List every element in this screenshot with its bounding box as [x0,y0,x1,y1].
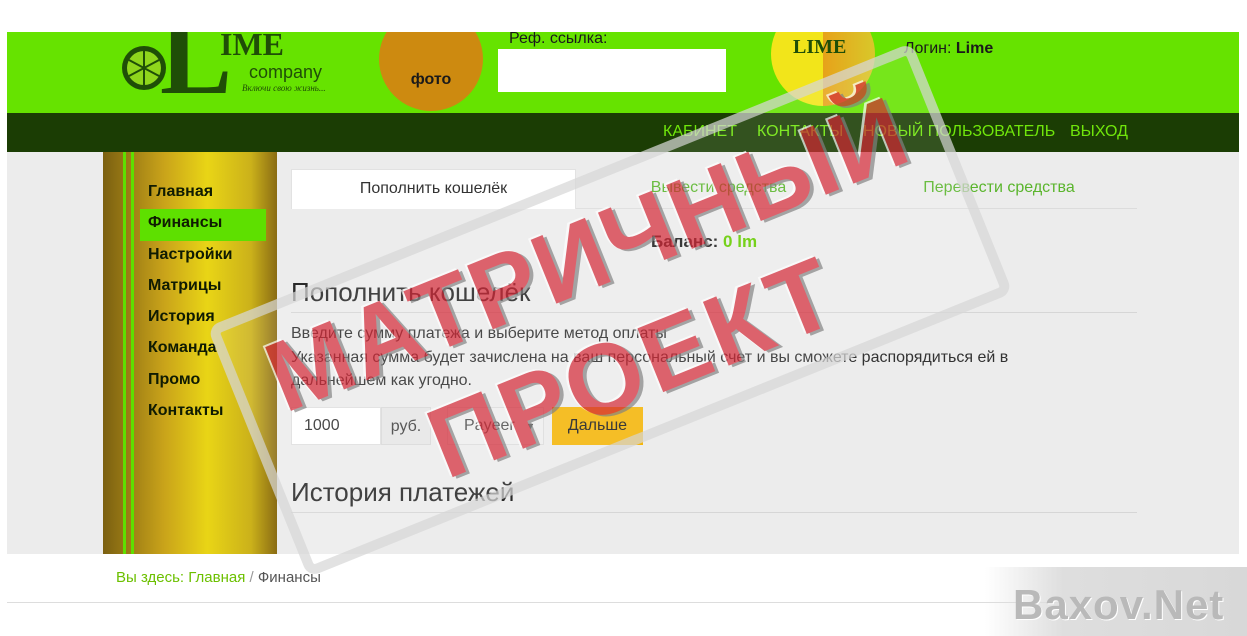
balance: Баланс: 0 lm [651,232,757,252]
site-header: L IME company Включи свою жизнь... фото … [7,32,1239,113]
topup-note: Указанная сумма будет зачислена на ваш п… [291,348,1009,390]
divider [291,512,1137,513]
breadcrumb-current: Финансы [257,569,321,586]
tab-topup[interactable]: Пополнить кошелёк [291,169,576,209]
payment-method-value: Payeer [464,417,515,434]
tab-transfer[interactable]: Перевести средства [861,169,1137,209]
avatar[interactable]: LIME [771,32,875,106]
finance-tabs: Пополнить кошелёк Вывести средства Перев… [291,169,1137,209]
amount-input[interactable] [291,407,381,445]
nav-logout[interactable]: ВЫХОД [1070,123,1128,141]
ref-link-label: Реф. ссылка: [509,32,608,47]
breadcrumb-home[interactable]: Главная [188,569,245,586]
balance-label: Баланс: [651,232,719,251]
sidebar-stripe [123,152,126,554]
nav-new-user[interactable]: НОВЫЙ ПОЛЬЗОВАТЕЛЬ [863,123,1055,141]
photo-upload[interactable]: фото [379,32,483,111]
sidebar-item-promo[interactable]: Промо [140,366,266,397]
currency-addon: руб. [381,407,431,445]
nav-cabinet[interactable]: КАБИНЕТ [663,123,737,141]
sidebar-item-matrices[interactable]: Матрицы [140,272,266,303]
ref-link-field[interactable] [498,49,726,92]
sidebar-item-settings[interactable]: Настройки [140,241,266,272]
balance-value: 0 lm [723,232,758,251]
site-watermark: Baxov.Net [985,567,1247,636]
finance-content: Пополнить кошелёк Вывести средства Перев… [291,152,1137,554]
site-watermark-text: Baxov.Net [1013,581,1225,628]
sidebar-item-finance[interactable]: Финансы [140,209,266,241]
divider [291,312,1137,313]
avatar-logo: LIME [793,36,847,58]
topup-description: Введите сумму платежа и выберите метод о… [291,322,1091,393]
login-info: Логин: Lime [904,40,993,58]
top-navigation: КАБИНЕТ КОНТАКТЫ НОВЫЙ ПОЛЬЗОВАТЕЛЬ ВЫХО… [7,113,1239,152]
sidebar-item-history[interactable]: История [140,303,266,334]
topup-heading: Пополнить кошелёк [291,277,531,307]
logo-company: company [249,62,323,82]
sidebar-item-contacts[interactable]: Контакты [140,397,266,428]
sidebar: Главная Финансы Настройки Матрицы Истори… [103,152,277,554]
logo-slogan: Включи свою жизнь... [242,83,326,93]
sidebar-item-home[interactable]: Главная [140,178,266,209]
login-value: Lime [955,40,994,57]
payment-method-select[interactable]: Payeer ▼ [447,407,544,445]
main-area: Главная Финансы Настройки Матрицы Истори… [7,152,1239,554]
photo-label: фото [410,71,452,88]
caret-down-icon: ▼ [526,421,535,431]
breadcrumb-prefix: Вы здесь: [116,569,185,586]
sidebar-stripe [131,152,134,554]
login-label: Логин: [904,40,952,57]
logo-name: IME [220,32,284,62]
nav-contacts[interactable]: КОНТАКТЫ [757,123,843,141]
breadcrumb: Вы здесь: Главная / Финансы [116,569,321,586]
breadcrumb-separator: / [249,569,254,586]
lime-company-logo[interactable]: L IME company Включи свою жизнь... [122,32,352,113]
next-button[interactable]: Дальше [552,407,643,445]
history-heading: История платежей [291,477,515,507]
sidebar-item-team[interactable]: Команда [140,334,266,365]
topup-instruction: Введите сумму платежа и выберите метод о… [291,325,667,342]
sidebar-menu: Главная Финансы Настройки Матрицы Истори… [140,178,266,428]
tab-withdraw[interactable]: Вывести средства [576,169,861,209]
